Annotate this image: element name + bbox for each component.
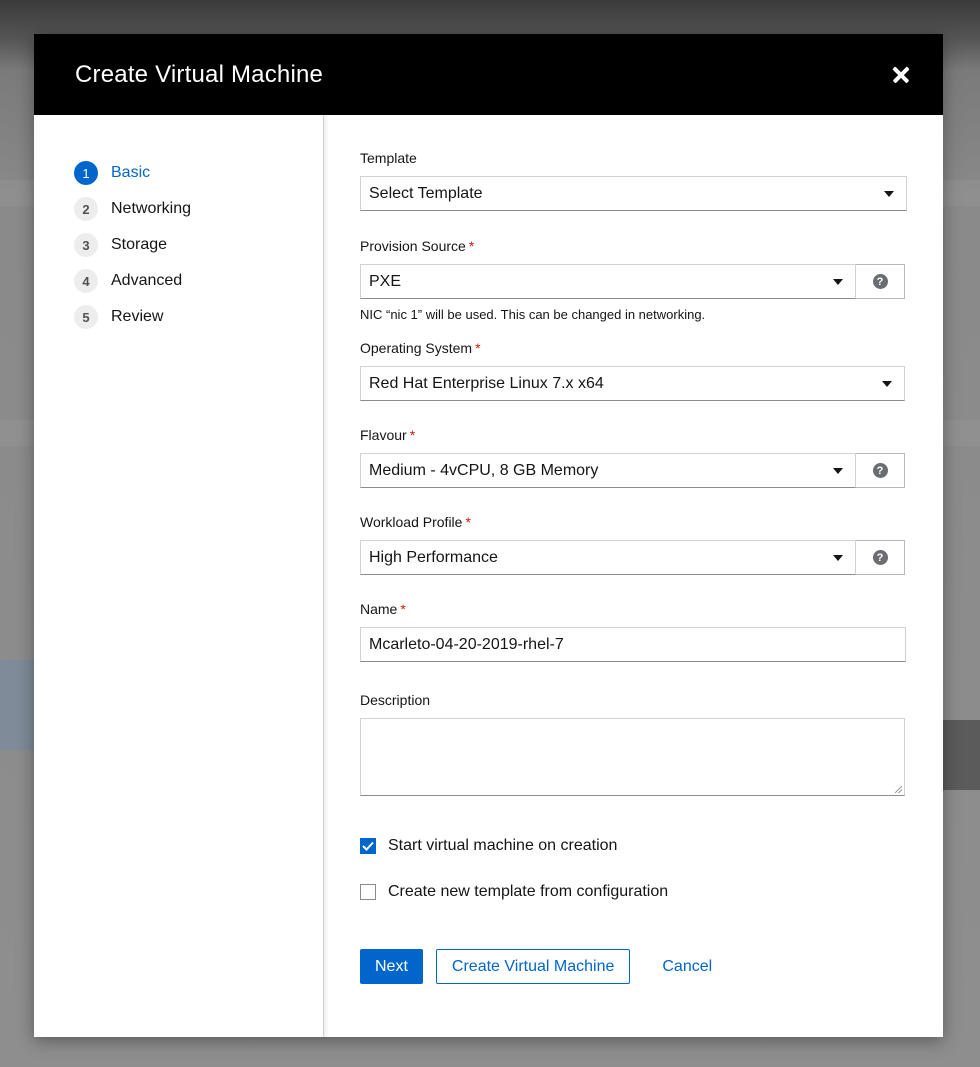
workload-profile-select[interactable]: High Performance xyxy=(360,540,856,575)
provision-source-label-text: Provision Source xyxy=(360,238,466,254)
step-number: 5 xyxy=(74,305,98,329)
description-label: Description xyxy=(360,692,431,708)
step-label: Basic xyxy=(111,164,151,181)
start-on-creation-checkbox[interactable] xyxy=(360,838,376,854)
template-group: Template Select Template xyxy=(360,150,907,211)
modal-title: Create Virtual Machine xyxy=(75,60,324,88)
create-vm-button[interactable]: Create Virtual Machine xyxy=(435,949,631,984)
flavour-help-button[interactable]: ? xyxy=(856,453,905,488)
flavour-group: Flavour * Medium - 4vCPU, 8 GB Memory ? xyxy=(360,427,907,488)
create-template-label: Create new template from configuration xyxy=(388,883,669,900)
modal-body: 1 Basic 2 Networking 3 Storage 4 Advance… xyxy=(34,115,943,1037)
provision-source-helper: NIC “nic 1” will be used. This can be ch… xyxy=(360,307,706,322)
create-template-option[interactable]: Create new template from configuration xyxy=(360,883,907,901)
workload-profile-label-text: Workload Profile xyxy=(360,514,463,530)
step-label: Review xyxy=(111,308,164,325)
question-circle-icon: ? xyxy=(872,274,888,289)
name-group: Name * Mcarleto-04-20-2019-rhel-7 xyxy=(360,601,907,662)
required-marker: * xyxy=(400,601,406,617)
required-marker: * xyxy=(409,427,416,443)
description-group: Description xyxy=(360,692,907,796)
template-select[interactable]: Select Template xyxy=(360,176,907,211)
cancel-button[interactable]: Cancel xyxy=(662,958,712,976)
wizard-step-basic[interactable]: 1 Basic xyxy=(74,155,323,191)
operating-system-select[interactable]: Red Hat Enterprise Linux 7.x x64 xyxy=(360,366,905,401)
backdrop-band xyxy=(0,660,34,750)
modal-footer: Next Create Virtual Machine Cancel xyxy=(360,949,907,984)
step-number: 4 xyxy=(74,269,98,293)
workload-profile-label: Workload Profile * xyxy=(360,514,907,530)
step-number: 2 xyxy=(74,197,98,221)
step-number: 1 xyxy=(74,161,98,185)
description-textarea[interactable] xyxy=(360,718,905,796)
template-value: Select Template xyxy=(369,184,483,202)
wizard-step-networking[interactable]: 2 Networking xyxy=(74,191,323,227)
backdrop-band xyxy=(943,720,980,790)
caret-down-icon xyxy=(833,467,843,474)
provision-source-select[interactable]: PXE xyxy=(360,264,856,299)
flavour-label-text: Flavour xyxy=(360,427,407,443)
operating-system-label-text: Operating System xyxy=(360,340,473,356)
required-marker: * xyxy=(468,238,475,254)
step-label: Advanced xyxy=(111,272,183,289)
provision-source-help-button[interactable]: ? xyxy=(856,264,905,299)
wizard-nav: 1 Basic 2 Networking 3 Storage 4 Advance… xyxy=(34,115,324,1037)
caret-down-icon xyxy=(833,554,843,561)
name-label-text: Name xyxy=(360,601,398,617)
question-circle-icon: ? xyxy=(872,463,888,478)
workload-profile-row: High Performance ? xyxy=(360,540,905,575)
modal-header: Create Virtual Machine xyxy=(34,34,943,115)
wizard-step-review[interactable]: 5 Review xyxy=(74,299,323,335)
flavour-row: Medium - 4vCPU, 8 GB Memory ? xyxy=(360,453,905,488)
question-circle-icon: ? xyxy=(872,550,888,565)
checkmark-icon xyxy=(362,841,374,851)
caret-down-icon xyxy=(833,278,843,285)
caret-down-icon xyxy=(884,190,894,197)
workload-profile-group: Workload Profile * High Performance ? xyxy=(360,514,907,575)
workload-profile-value: High Performance xyxy=(369,548,498,566)
operating-system-value: Red Hat Enterprise Linux 7.x x64 xyxy=(369,374,604,392)
provision-source-value: PXE xyxy=(369,272,402,290)
template-label: Template xyxy=(360,150,417,166)
provision-source-group: Provision Source * PXE ? NIC “nic 1” will… xyxy=(360,238,907,322)
name-label: Name * xyxy=(360,601,907,617)
operating-system-group: Operating System * Red Hat Enterprise Lin… xyxy=(360,340,907,401)
required-marker: * xyxy=(475,340,481,356)
operating-system-label: Operating System * xyxy=(360,340,907,356)
create-template-checkbox[interactable] xyxy=(360,884,376,900)
flavour-select[interactable]: Medium - 4vCPU, 8 GB Memory xyxy=(360,453,856,488)
provision-source-label: Provision Source * xyxy=(360,238,907,254)
workload-profile-help-button[interactable]: ? xyxy=(856,540,905,575)
wizard-step-advanced[interactable]: 4 Advanced xyxy=(74,263,323,299)
close-icon[interactable] xyxy=(889,63,913,87)
required-marker: * xyxy=(465,514,471,530)
caret-down-icon xyxy=(882,380,892,387)
name-input[interactable]: Mcarleto-04-20-2019-rhel-7 xyxy=(360,627,906,662)
next-button[interactable]: Next xyxy=(360,949,423,984)
provision-source-row: PXE ? xyxy=(360,264,905,299)
wizard-step-storage[interactable]: 3 Storage xyxy=(74,227,323,263)
flavour-label: Flavour * xyxy=(360,427,907,443)
start-on-creation-option[interactable]: Start virtual machine on creation xyxy=(360,837,907,855)
step-label: Networking xyxy=(111,200,192,217)
create-vm-modal: Create Virtual Machine 1 Basic 2 Network… xyxy=(34,34,943,1037)
step-label: Storage xyxy=(111,236,168,253)
step-number: 3 xyxy=(74,233,98,257)
flavour-value: Medium - 4vCPU, 8 GB Memory xyxy=(369,461,599,479)
start-on-creation-label: Start virtual machine on creation xyxy=(388,837,618,854)
vm-form: Template Select Template Provision Sourc… xyxy=(324,115,943,1037)
